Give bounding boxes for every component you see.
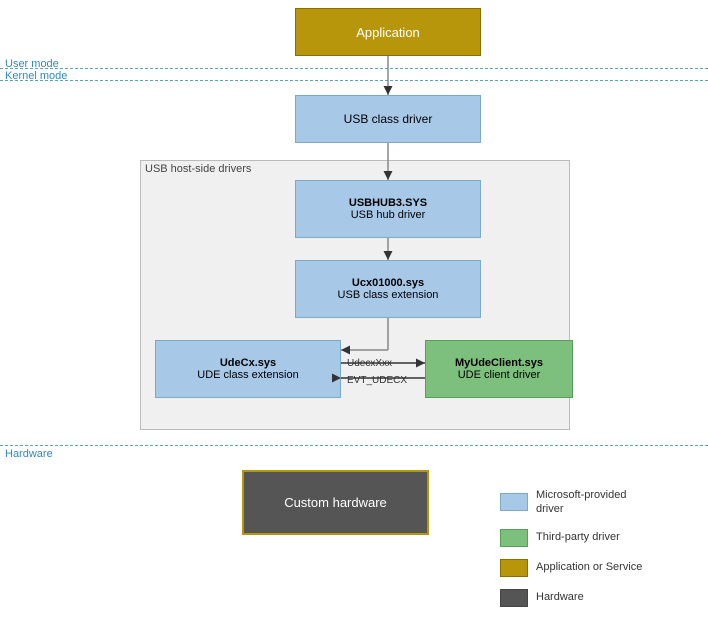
application-box: Application (295, 8, 481, 56)
usb-host-label: USB host-side drivers (145, 163, 251, 175)
udecx-title: UdeCx.sys (220, 357, 276, 369)
legend-box-blue (500, 493, 528, 511)
legend-item-dark: Hardware (500, 589, 700, 607)
ucx-title: Ucx01000.sys (352, 277, 424, 289)
user-mode-line (0, 68, 708, 69)
usbhub-box: USBHUB3.SYS USB hub driver (295, 180, 481, 238)
usb-class-driver-label: USB class driver (344, 112, 433, 126)
hardware-line (0, 445, 708, 446)
myude-title: MyUdeClient.sys (455, 357, 543, 369)
hardware-label: Hardware (5, 448, 53, 460)
legend-box-dark (500, 589, 528, 607)
udecx-subtitle: UDE class extension (197, 369, 299, 381)
usbhub-subtitle: USB hub driver (351, 209, 426, 221)
legend-text-green: Third-party driver (536, 530, 620, 544)
legend-item-green: Third-party driver (500, 529, 700, 547)
custom-hw-label: Custom hardware (284, 495, 387, 510)
usb-class-driver-box: USB class driver (295, 95, 481, 143)
ucx-box: Ucx01000.sys USB class extension (295, 260, 481, 318)
legend-text-dark: Hardware (536, 590, 584, 604)
usbhub-title: USBHUB3.SYS (349, 197, 427, 209)
legend-item-gold: Application or Service (500, 559, 700, 577)
ucx-subtitle: USB class extension (338, 289, 439, 301)
legend-text-blue: Microsoft-provideddriver (536, 488, 626, 517)
myude-box: MyUdeClient.sys UDE client driver (425, 340, 573, 398)
kernel-mode-line (0, 80, 708, 81)
arrow-top-label: UdecxXxx (347, 358, 392, 369)
legend-box-green (500, 529, 528, 547)
udecx-box: UdeCx.sys UDE class extension (155, 340, 341, 398)
custom-hw-box: Custom hardware (242, 470, 429, 535)
arrow-bottom-label: EVT_UDECX (347, 375, 407, 386)
legend: Microsoft-provideddriver Third-party dri… (500, 488, 700, 619)
diagram: Application User mode Kernel mode USB cl… (0, 0, 708, 638)
legend-box-gold (500, 559, 528, 577)
application-label: Application (356, 25, 420, 40)
legend-text-gold: Application or Service (536, 560, 642, 574)
myude-subtitle: UDE client driver (458, 369, 541, 381)
legend-item-blue: Microsoft-provideddriver (500, 488, 700, 517)
